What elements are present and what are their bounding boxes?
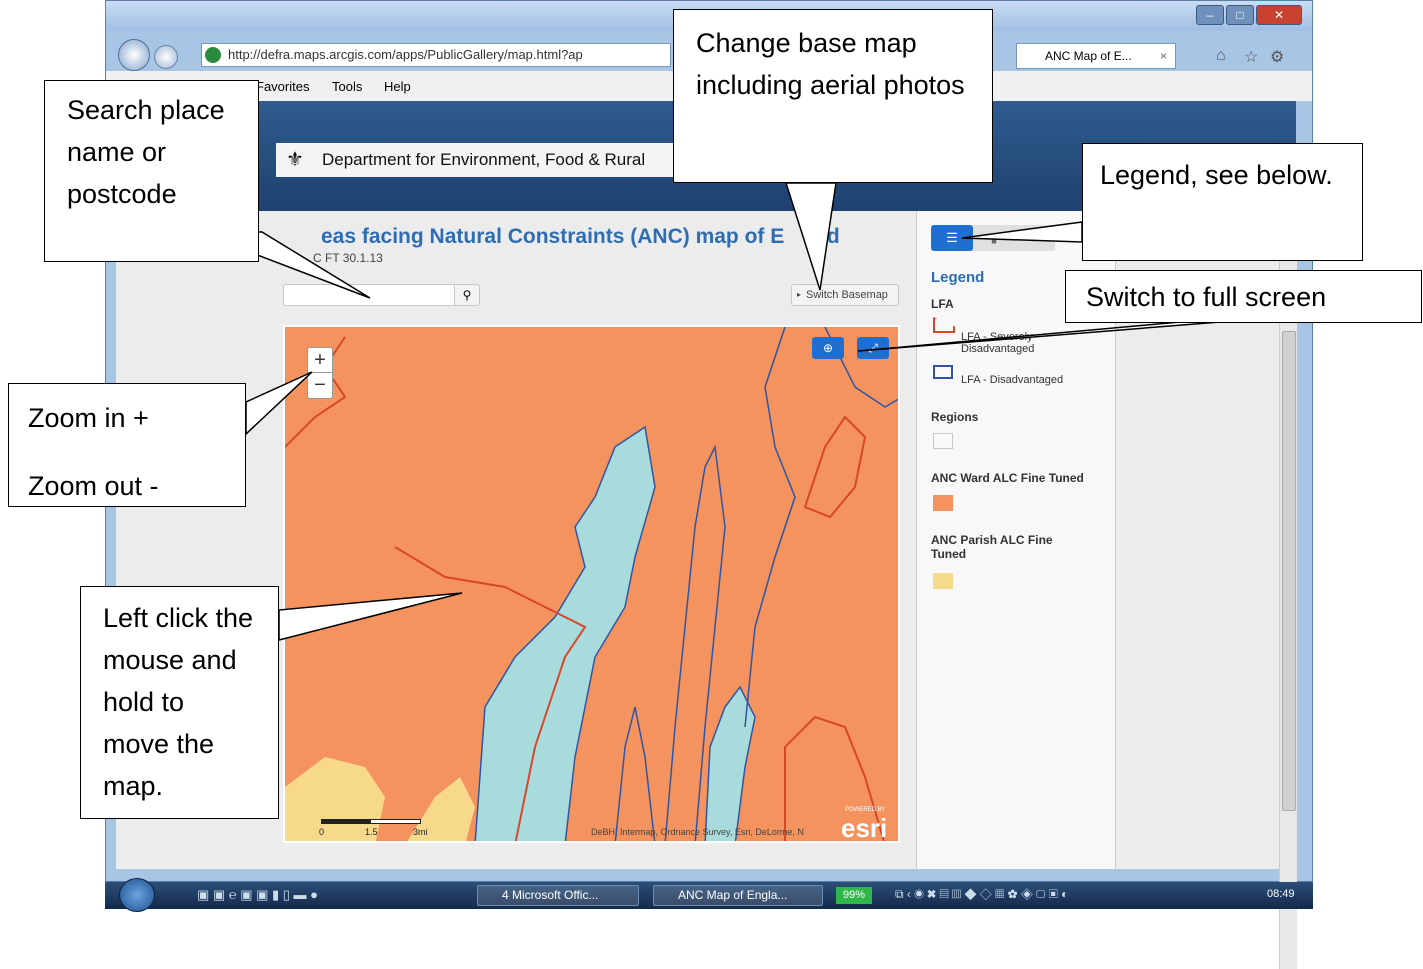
favorites-star-icon[interactable]: ☆ [1244,47,1258,67]
lfa-severe-boundary [803,415,867,519]
water-body [474,425,656,841]
quick-launch-icons[interactable]: ▣ ▣ ℮ ▣ ▣ ▮ ▯ ▬ ● [197,887,318,903]
legend-group-parish: ANC Parish ALC Fine Tuned [931,533,1053,561]
zoom-in-callout-text: Zoom in + [28,403,149,433]
department-name: Department for Environment, Food & Rural [322,150,646,169]
close-button[interactable]: ✕ [1256,5,1302,25]
zoom-out-button[interactable]: − [308,373,332,398]
scale-label-mid: 1.5 [365,827,378,837]
locate-button[interactable]: ⊕ [812,337,844,359]
address-bar[interactable]: http://defra.maps.arcgis.com/apps/Public… [201,43,671,67]
zoom-callout: Zoom in + Zoom out - [8,383,246,507]
info-tab-icon[interactable]: ● [1015,225,1053,251]
settings-gear-icon[interactable]: ⚙ [1270,47,1284,67]
back-icon[interactable] [118,39,150,71]
water-body [704,685,756,841]
search-icon[interactable]: ⚲ [454,284,480,306]
tab-close-icon[interactable]: × [1160,44,1167,68]
lfa-disadvantaged-swatch [933,365,953,379]
system-tray-icons[interactable]: ⧉ ‹ ◉ ✖ ▤ ▥ ◆ ◇ ▦ ✿ ◈ ▢ ▣ ◐ [895,887,1068,902]
lfa-disadvantaged-boundary [614,706,656,841]
caret-right-icon: ▸ [797,290,802,299]
map-title-tail: nd [814,225,840,248]
map-subtitle: AN C FT 30.1.13 [283,251,383,265]
zoom-in-button[interactable]: + [308,348,332,373]
layers-tab-icon[interactable]: ▮ [975,225,1013,251]
search-callout: Search place name or postcode [44,80,259,262]
menu-help[interactable]: Help [384,79,411,94]
tab-anc-map[interactable]: ANC Map of E... × [1016,43,1176,69]
menu-tools[interactable]: Tools [332,79,362,94]
legend-group-regions: Regions [931,410,979,424]
tab-title: ANC Map of E... [1045,49,1132,63]
regions-swatch [933,433,953,449]
minimize-button[interactable]: – [1196,5,1224,25]
scale-label-0: 0 [319,827,325,837]
basemap-callout: Change base map including aerial photos [673,9,993,183]
panel-tabs: ☰ ▮ ● [931,225,1055,251]
map-layer [285,327,898,841]
legend-group-ward: ANC Ward ALC Fine Tuned [931,471,1084,485]
pan-callout: Left click the mouse and hold to move th… [80,586,279,819]
zoom-out-callout-text: Zoom out - [28,471,159,501]
taskbar: ▣ ▣ ℮ ▣ ▣ ▮ ▯ ▬ ● 4 Microsoft Offic... A… [105,878,1313,912]
zoom-control: + − [307,347,333,399]
forward-icon[interactable] [154,45,178,69]
ward-swatch [933,495,953,511]
start-button[interactable] [119,878,155,912]
fullscreen-button[interactable]: ⤢ [857,337,889,359]
fullscreen-callout: Switch to full screen [1065,270,1422,323]
legend-heading: Legend [931,269,985,286]
switch-basemap-label: Switch Basemap [806,289,888,301]
legend-group-lfa: LFA [931,297,954,311]
maximize-button[interactable]: □ [1226,5,1254,25]
search-input[interactable] [283,284,479,306]
map-canvas[interactable]: + − ⊕ ⤢ 0 1.5 3mi DeBH, Intermap, Ordnan… [283,325,900,843]
lfa-severe-swatch [933,317,955,333]
scale-bar [321,819,421,824]
legend-label-disadvantaged: LFA - Disadvantaged [961,374,1064,386]
home-icon[interactable]: ⌂ [1216,47,1226,65]
legend-label-severe: LFA - Severely Disadvantaged [961,331,1035,355]
parish-swatch [933,573,953,589]
switch-basemap-button[interactable]: ▸ Switch Basemap [791,284,899,306]
legend-tab-icon[interactable]: ☰ [931,225,973,251]
map-title: eas facing Natural Constraints (ANC) map… [321,225,785,248]
legend-callout: Legend, see below. [1082,143,1363,261]
battery-indicator: 99% [836,887,872,904]
scale-label-end: 3mi [413,827,428,837]
map-attribution: DeBH, Intermap, Ordnance Survey, Esri, D… [591,827,804,837]
site-globe-icon [205,47,221,63]
scrollbar-thumb[interactable] [1282,331,1296,811]
taskbar-office-button[interactable]: 4 Microsoft Offic... [477,885,639,906]
menu-favorites[interactable]: Favorites [256,79,309,94]
clock: 08:49 [1267,888,1295,900]
esri-logo: esri [841,813,888,843]
crest-icon: ⚜ [286,149,304,171]
lfa-disadvantaged-boundary [744,327,796,728]
taskbar-browser-button[interactable]: ANC Map of Engla... [653,885,823,906]
